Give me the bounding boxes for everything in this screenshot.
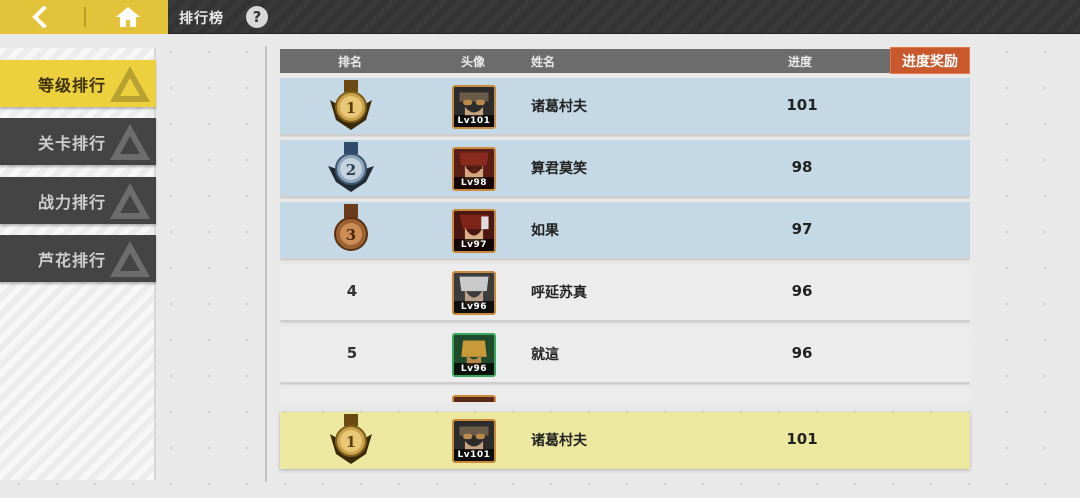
level-badge: Lv97 [454, 239, 494, 251]
tab-power-ranking[interactable]: 战力排行 [0, 177, 156, 224]
rank-number: 4 [346, 282, 358, 300]
avatar[interactable]: Lv96 [452, 271, 496, 315]
column-name: 姓名 [531, 55, 556, 69]
table-header: 排名 头像 姓名 进度 [280, 49, 970, 73]
tab-stage-ranking[interactable]: 关卡排行 [0, 118, 156, 165]
help-button[interactable]: ? [246, 6, 268, 28]
home-icon [116, 7, 140, 27]
page-title: 排行榜 [179, 11, 224, 27]
level-badge: Lv98 [454, 177, 494, 189]
table-row-partial[interactable] [280, 388, 970, 402]
table-row[interactable]: 5 Lv96 就這 96 [280, 326, 970, 383]
silver-medal-icon: 2 [328, 142, 374, 192]
avatar[interactable]: Lv97 [452, 209, 496, 253]
tab-level-ranking[interactable]: 等级排行 [0, 60, 156, 107]
medal-rank-number: 2 [346, 161, 356, 179]
gold-medal-icon: 1 [330, 414, 372, 464]
level-badge: Lv101 [454, 449, 494, 461]
player-name: 就這 [531, 347, 559, 363]
my-rank-row[interactable]: 1 Lv101 诸葛村夫 101 [280, 412, 970, 469]
medal-rank-number: 3 [346, 226, 356, 244]
tab-luhua-ranking[interactable]: 芦花排行 [0, 235, 156, 282]
progress-value: 101 [786, 96, 818, 114]
nav-separator [84, 7, 86, 27]
table-row[interactable]: 1 Lv101 诸葛村夫 101 [280, 78, 970, 135]
character-portrait-icon [454, 397, 494, 402]
column-avatar: 头像 [461, 55, 486, 69]
player-name: 算君莫笑 [531, 161, 587, 177]
level-badge: Lv101 [454, 115, 494, 127]
back-button[interactable] [0, 0, 80, 34]
medal-rank-number: 1 [346, 433, 356, 451]
table-row[interactable]: 4 Lv96 呼延苏真 96 [280, 264, 970, 321]
progress-value: 98 [791, 158, 813, 176]
ranking-list[interactable]: 1 Lv101 诸葛村夫 101 2 Lv98 算君莫笑 98 3 Lv97 如… [280, 78, 970, 402]
progress-value: 96 [791, 344, 813, 362]
tab-label: 关卡排行 [38, 133, 107, 153]
triangle-logo-icon [110, 241, 150, 277]
player-name: 诸葛村夫 [531, 433, 587, 449]
avatar[interactable]: Lv101 [452, 419, 496, 463]
player-name: 如果 [531, 223, 559, 239]
tab-label: 战力排行 [38, 192, 107, 212]
avatar[interactable] [452, 395, 496, 402]
avatar[interactable]: Lv96 [452, 333, 496, 377]
table-row[interactable]: 3 Lv97 如果 97 [280, 202, 970, 259]
triangle-logo-icon [110, 124, 150, 160]
avatar[interactable]: Lv98 [452, 147, 496, 191]
tab-label: 芦花排行 [38, 250, 107, 270]
top-bar: 排行榜 ? [0, 0, 1080, 34]
tab-label: 等级排行 [38, 75, 107, 95]
table-row[interactable]: 2 Lv98 算君莫笑 98 [280, 140, 970, 197]
level-badge: Lv96 [454, 301, 494, 313]
bronze-medal-icon: 3 [334, 204, 368, 251]
home-button[interactable] [92, 0, 164, 34]
level-badge: Lv96 [454, 363, 494, 375]
column-progress: 进度 [788, 55, 813, 69]
rank-number: 5 [346, 344, 358, 362]
avatar[interactable]: Lv101 [452, 85, 496, 129]
progress-value: 101 [786, 430, 818, 448]
progress-reward-button[interactable]: 进度奖励 [890, 47, 970, 74]
panel-divider [265, 46, 267, 482]
category-tabs-panel: 等级排行 关卡排行 战力排行 芦花排行 [0, 48, 156, 480]
progress-value: 96 [791, 282, 813, 300]
player-name: 呼延苏真 [531, 285, 587, 301]
chevron-left-icon [32, 6, 47, 28]
progress-value: 97 [791, 220, 813, 238]
medal-rank-number: 1 [346, 99, 356, 117]
column-rank: 排名 [338, 55, 363, 69]
triangle-logo-icon [110, 183, 150, 219]
gold-medal-icon: 1 [330, 80, 372, 130]
player-name: 诸葛村夫 [531, 99, 587, 115]
triangle-logo-icon [110, 66, 150, 102]
